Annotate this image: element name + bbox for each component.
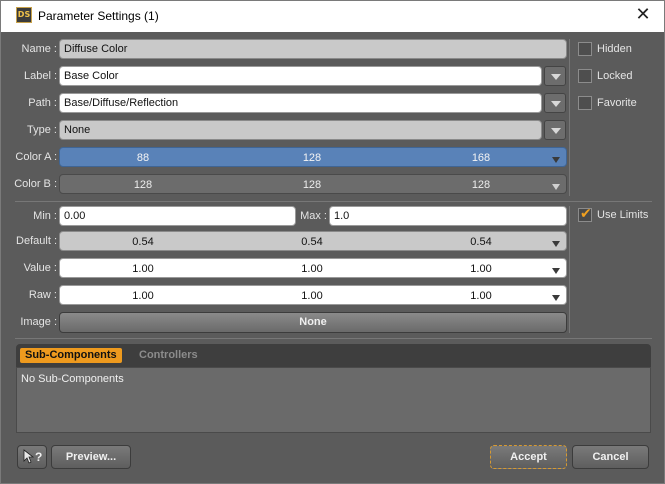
raw-label: Raw : — [28, 289, 57, 301]
label-label: Label : — [23, 70, 57, 82]
locked-label: Locked — [597, 70, 633, 82]
raw-value-2: 1.00 — [301, 290, 323, 302]
favorite-label: Favorite — [597, 97, 637, 109]
tab-sub-components[interactable]: Sub-Components — [20, 348, 122, 363]
chevron-down-icon[interactable] — [552, 157, 560, 163]
empty-message: No Sub-Components — [21, 373, 124, 385]
chevron-down-icon — [551, 74, 561, 80]
default-label: Default : — [16, 235, 57, 247]
hidden-checkbox[interactable] — [578, 42, 592, 56]
color-b-green-value: 128 — [302, 179, 322, 191]
color-b-field[interactable]: 128 128 128 — [59, 174, 567, 194]
help-button[interactable]: ? — [17, 445, 47, 469]
window-title: Parameter Settings (1) — [38, 9, 159, 23]
value-field[interactable]: 1.00 1.00 1.00 — [59, 258, 567, 278]
name-label: Name : — [21, 43, 57, 55]
color-a-green-value: 128 — [302, 152, 322, 164]
color-a-red-value: 88 — [136, 152, 150, 164]
path-dropdown-button[interactable] — [544, 93, 566, 113]
vertical-divider-top — [569, 39, 570, 196]
path-field[interactable]: Base/Diffuse/Reflection — [59, 93, 542, 113]
tab-controllers[interactable]: Controllers — [139, 348, 198, 363]
horizontal-divider-top — [15, 201, 652, 202]
use-limits-label: Use Limits — [597, 209, 649, 221]
image-none-button[interactable]: None — [59, 312, 567, 333]
default-value-2: 0.54 — [301, 236, 323, 248]
help-question-mark: ? — [35, 450, 43, 464]
color-b-blue-value: 128 — [471, 179, 491, 191]
checkmark-icon: ✔ — [580, 206, 592, 222]
daz-studio-icon: DS — [16, 7, 32, 23]
chevron-down-icon[interactable] — [552, 241, 560, 247]
color-b-red-value: 128 — [133, 179, 153, 191]
chevron-down-icon — [551, 101, 561, 107]
raw-value-1: 1.00 — [132, 290, 154, 302]
value-value-3: 1.00 — [470, 263, 492, 275]
favorite-checkbox[interactable] — [578, 96, 592, 110]
value-value-1: 1.00 — [132, 263, 154, 275]
max-label: Max : — [300, 210, 327, 222]
chevron-down-icon[interactable] — [552, 184, 560, 190]
image-label: Image : — [20, 316, 57, 328]
sub-components-panel: No Sub-Components — [16, 367, 651, 433]
default-value-1: 0.54 — [132, 236, 154, 248]
chevron-down-icon[interactable] — [552, 295, 560, 301]
value-label: Value : — [23, 262, 57, 274]
chevron-down-icon[interactable] — [552, 268, 560, 274]
default-value-3: 0.54 — [470, 236, 492, 248]
vertical-divider-bottom — [569, 206, 570, 333]
color-a-label: Color A : — [15, 151, 57, 163]
path-label: Path : — [28, 97, 57, 109]
raw-value-3: 1.00 — [470, 290, 492, 302]
type-dropdown-button[interactable] — [544, 120, 566, 140]
horizontal-divider-bottom — [15, 338, 652, 339]
close-icon[interactable]: ✕ — [633, 5, 653, 25]
preview-button[interactable]: Preview... — [51, 445, 131, 469]
color-b-label: Color B : — [14, 178, 57, 190]
max-field[interactable]: 1.0 — [329, 206, 567, 226]
hidden-label: Hidden — [597, 43, 632, 55]
min-label: Min : — [33, 210, 57, 222]
name-field[interactable]: Diffuse Color — [59, 39, 567, 59]
chevron-down-icon — [551, 128, 561, 134]
locked-checkbox[interactable] — [578, 69, 592, 83]
type-field[interactable]: None — [59, 120, 542, 140]
raw-field[interactable]: 1.00 1.00 1.00 — [59, 285, 567, 305]
title-bar: DS Parameter Settings (1) ✕ — [1, 1, 664, 32]
use-limits-checkbox[interactable]: ✔ — [578, 206, 592, 222]
cancel-button[interactable]: Cancel — [572, 445, 649, 469]
parameter-settings-dialog: DS Parameter Settings (1) ✕ Name : Diffu… — [0, 0, 665, 484]
color-a-blue-value: 168 — [471, 152, 491, 164]
label-dropdown-button[interactable] — [544, 66, 566, 86]
tabs-bar: Sub-Components Controllers — [16, 344, 651, 367]
value-value-2: 1.00 — [301, 263, 323, 275]
color-a-field[interactable]: 88 128 168 — [59, 147, 567, 167]
label-field[interactable]: Base Color — [59, 66, 542, 86]
min-field[interactable]: 0.00 — [59, 206, 296, 226]
type-label: Type : — [27, 124, 57, 136]
default-field[interactable]: 0.54 0.54 0.54 — [59, 231, 567, 251]
accept-button[interactable]: Accept — [490, 445, 567, 469]
